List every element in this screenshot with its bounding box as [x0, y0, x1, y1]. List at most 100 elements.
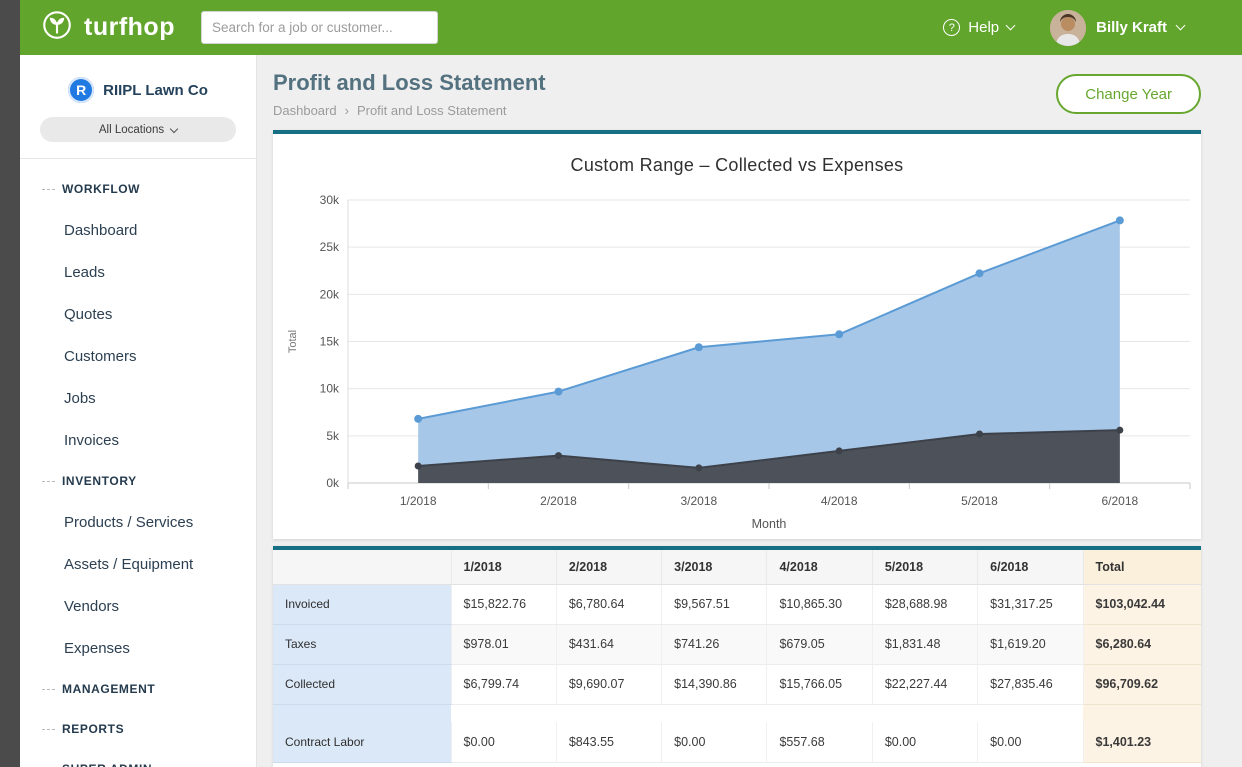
y-axis-label: Total [287, 330, 299, 353]
expenses-point-5-2018[interactable] [976, 430, 983, 437]
cell-invoiced-6-2018: $31,317.25 [978, 584, 1083, 624]
column-header-5-2018: 5/2018 [872, 550, 977, 584]
breadcrumb-separator-icon: › [345, 103, 349, 118]
sidebar-section-reports[interactable]: REPORTS [20, 709, 256, 749]
table-row-taxes: Taxes$978.01$431.64$741.26$679.05$1,831.… [273, 624, 1201, 664]
cell-contract-labor-6-2018: $0.00 [978, 722, 1083, 762]
sidebar-item-vendors[interactable]: Vendors [20, 585, 256, 627]
sidebar-nav: WORKFLOW DashboardLeadsQuotesCustomersJob… [20, 169, 256, 767]
sidebar-section-inventory[interactable]: INVENTORY [20, 461, 256, 501]
cell-contract-labor-2-2018: $843.55 [556, 722, 661, 762]
cell-invoiced-2-2018: $6,780.64 [556, 584, 661, 624]
x-tick-label: 2/2018 [540, 494, 577, 508]
y-tick-label: 20k [320, 287, 340, 301]
tree-dash-icon [42, 689, 55, 690]
y-tick-label: 15k [320, 335, 340, 349]
total-taxes: $6,280.64 [1083, 624, 1201, 664]
sidebar-section-workflow[interactable]: WORKFLOW [20, 169, 256, 209]
user-name: Billy Kraft [1096, 19, 1167, 36]
sidebar-item-assets-equipment[interactable]: Assets / Equipment [20, 543, 256, 585]
cell-taxes-1-2018: $978.01 [451, 624, 556, 664]
change-year-button[interactable]: Change Year [1056, 74, 1201, 114]
sidebar-item-expenses[interactable]: Expenses [20, 627, 256, 669]
chevron-down-icon [1006, 21, 1016, 31]
sidebar: R RIIPL Lawn Co All Locations WORKFLOW Da… [20, 55, 257, 767]
cell-taxes-3-2018: $741.26 [662, 624, 767, 664]
cell-contract-labor-4-2018: $557.68 [767, 722, 872, 762]
sidebar-item-quotes[interactable]: Quotes [20, 293, 256, 335]
breadcrumb-dashboard[interactable]: Dashboard [273, 103, 337, 118]
y-tick-label: 30k [320, 193, 340, 207]
top-bar: turfhop ? Help Billy Kraft [20, 0, 1242, 55]
sidebar-section-label: WORKFLOW [62, 182, 140, 196]
total-contract-labor: $1,401.23 [1083, 722, 1201, 762]
row-label-invoiced: Invoiced [273, 584, 451, 624]
spacer-total-cell [1083, 704, 1201, 722]
user-avatar [1050, 10, 1086, 46]
sidebar-item-leads[interactable]: Leads [20, 251, 256, 293]
column-header-1-2018: 1/2018 [451, 550, 556, 584]
cell-collected-1-2018: $6,799.74 [451, 664, 556, 704]
expenses-point-1-2018[interactable] [415, 463, 422, 470]
sidebar-section-super-admin[interactable]: SUPER ADMIN [20, 749, 256, 767]
expenses-point-6-2018[interactable] [1116, 427, 1123, 434]
cell-collected-5-2018: $22,227.44 [872, 664, 977, 704]
collected-point-4-2018[interactable] [835, 330, 843, 338]
sidebar-item-jobs[interactable]: Jobs [20, 377, 256, 419]
x-axis-label: Month [752, 517, 787, 531]
turfhop-leaf-icon [40, 8, 74, 47]
tree-dash-icon [42, 729, 55, 730]
column-header-total: Total [1083, 550, 1201, 584]
help-button[interactable]: ? Help [943, 19, 1014, 36]
total-collected: $96,709.62 [1083, 664, 1201, 704]
location-selector[interactable]: All Locations [40, 117, 236, 142]
cell-invoiced-1-2018: $15,822.76 [451, 584, 556, 624]
breadcrumb: Dashboard › Profit and Loss Statement [273, 103, 546, 118]
cell-taxes-6-2018: $1,619.20 [978, 624, 1083, 664]
sidebar-item-customers[interactable]: Customers [20, 335, 256, 377]
sidebar-section-label: REPORTS [62, 722, 124, 736]
sidebar-section-management[interactable]: MANAGEMENT [20, 669, 256, 709]
collected-point-5-2018[interactable] [976, 269, 984, 277]
x-tick-label: 3/2018 [680, 494, 717, 508]
company-logo-badge: R [68, 77, 94, 103]
cell-collected-6-2018: $27,835.46 [978, 664, 1083, 704]
x-tick-label: 1/2018 [400, 494, 437, 508]
sidebar-section-label: INVENTORY [62, 474, 137, 488]
y-tick-label: 10k [320, 382, 340, 396]
page-title: Profit and Loss Statement [273, 70, 546, 96]
x-tick-label: 4/2018 [821, 494, 858, 508]
sidebar-section-label: MANAGEMENT [62, 682, 155, 696]
sidebar-item-invoices[interactable]: Invoices [20, 419, 256, 461]
turfhop-logo[interactable]: turfhop [40, 8, 175, 47]
cell-taxes-2-2018: $431.64 [556, 624, 661, 664]
window-chrome-strip [0, 0, 20, 767]
spacer-cell [451, 704, 1083, 722]
help-label: Help [968, 19, 999, 36]
cell-invoiced-4-2018: $10,865.30 [767, 584, 872, 624]
brand-name: turfhop [84, 13, 175, 42]
table-corner-cell [273, 550, 451, 584]
y-tick-label: 5k [326, 429, 340, 443]
tree-dash-icon [42, 189, 55, 190]
sidebar-item-products-services[interactable]: Products / Services [20, 501, 256, 543]
cell-taxes-4-2018: $679.05 [767, 624, 872, 664]
collected-point-2-2018[interactable] [555, 388, 563, 396]
collected-point-1-2018[interactable] [414, 415, 422, 423]
sidebar-item-dashboard[interactable]: Dashboard [20, 209, 256, 251]
collected-point-3-2018[interactable] [695, 343, 703, 351]
expenses-point-4-2018[interactable] [836, 447, 843, 454]
expenses-point-3-2018[interactable] [695, 464, 702, 471]
table-section-spacer [273, 704, 1201, 722]
company-name: RIIPL Lawn Co [103, 82, 208, 99]
chevron-down-icon [1176, 21, 1186, 31]
user-menu[interactable]: Billy Kraft [1050, 10, 1184, 46]
cell-collected-2-2018: $9,690.07 [556, 664, 661, 704]
search-input[interactable] [201, 11, 438, 44]
cell-contract-labor-1-2018: $0.00 [451, 722, 556, 762]
column-header-2-2018: 2/2018 [556, 550, 661, 584]
cell-invoiced-3-2018: $9,567.51 [662, 584, 767, 624]
expenses-point-2-2018[interactable] [555, 452, 562, 459]
spacer-label-cell [273, 704, 451, 722]
collected-point-6-2018[interactable] [1116, 216, 1124, 224]
